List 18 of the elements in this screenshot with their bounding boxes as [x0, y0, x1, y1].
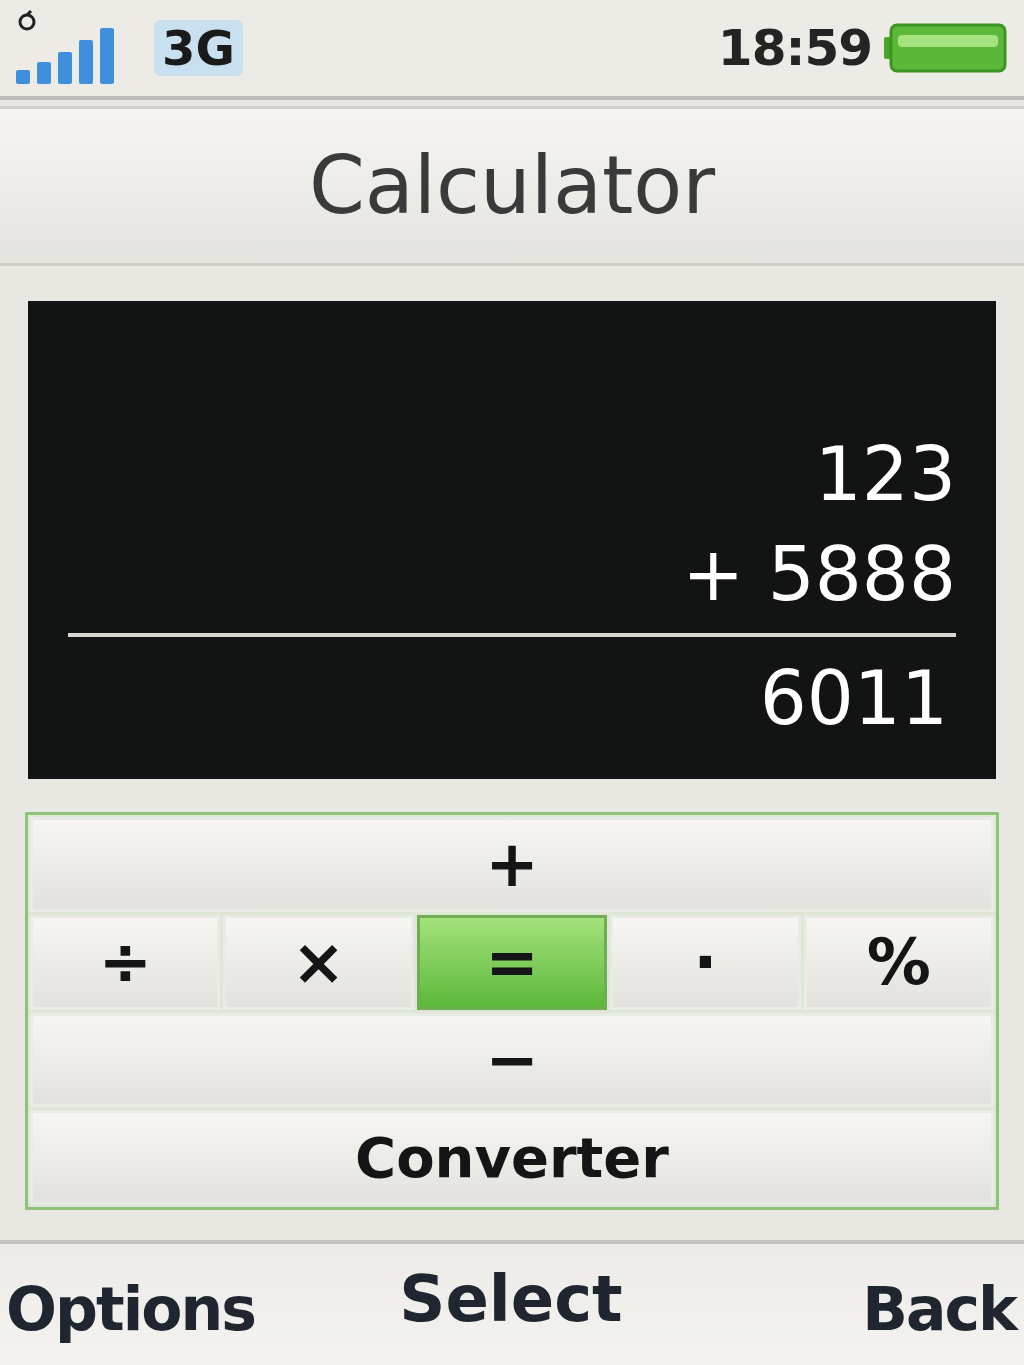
result-text: 6011	[759, 661, 949, 735]
operator-key[interactable]: Converter	[30, 1110, 994, 1205]
app-title: Calculator	[308, 146, 716, 226]
operator-key[interactable]: −	[30, 1012, 994, 1108]
ring-icon	[16, 10, 38, 32]
operator-key[interactable]: +	[30, 817, 994, 912]
clock-time: 18:59	[717, 23, 872, 73]
operator-key[interactable]: %	[803, 914, 995, 1010]
operation-text: + 5888	[682, 537, 956, 611]
operand-text: 123	[814, 437, 956, 511]
operator-key[interactable]: ·	[610, 914, 801, 1010]
operator-key[interactable]: ÷	[30, 914, 221, 1010]
network-type-badge: 3G	[154, 20, 243, 76]
operator-key[interactable]: ×	[223, 914, 414, 1010]
battery-icon	[882, 23, 1008, 73]
back-softkey[interactable]: Back	[862, 1278, 1016, 1339]
operator-key[interactable]: =	[416, 914, 608, 1010]
select-softkey[interactable]: Select	[399, 1266, 623, 1331]
